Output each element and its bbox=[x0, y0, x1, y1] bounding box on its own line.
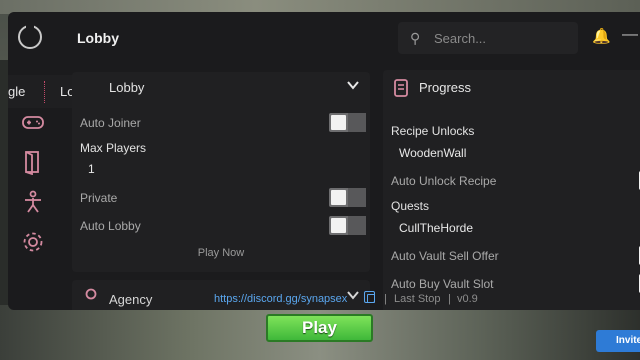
recipe-unlocks-dropdown[interactable]: WoodenWall bbox=[399, 146, 466, 160]
version-label: v0.9 bbox=[457, 293, 478, 305]
auto-joiner-toggle[interactable] bbox=[329, 113, 366, 132]
footer-separator: | bbox=[384, 293, 387, 305]
chevron-down-icon[interactable] bbox=[346, 78, 360, 95]
minimize-icon[interactable]: — bbox=[622, 26, 638, 46]
script-hub-window: Lobby ⚲ 🔔 — gle Lock Lobby Auto Joiner bbox=[8, 12, 640, 310]
door-icon[interactable] bbox=[20, 149, 46, 176]
recipe-unlocks-label: Recipe Unlocks bbox=[391, 124, 475, 138]
search-input[interactable] bbox=[434, 28, 569, 48]
auto-unlock-recipe-label: Auto Unlock Recipe bbox=[391, 174, 497, 188]
quests-dropdown[interactable]: CullTheHorde bbox=[399, 221, 473, 235]
private-label: Private bbox=[80, 191, 118, 205]
bell-icon[interactable]: 🔔 bbox=[592, 27, 611, 45]
place-name: Last Stop bbox=[394, 293, 441, 305]
discord-link[interactable]: https://discord.gg/synapsex bbox=[214, 293, 347, 305]
gamepad-icon[interactable] bbox=[20, 109, 46, 135]
section-title: Progress bbox=[419, 80, 472, 95]
search-icon: ⚲ bbox=[410, 30, 421, 46]
gear-icon[interactable] bbox=[20, 229, 46, 255]
toggle-button[interactable]: gle bbox=[8, 84, 25, 99]
game-play-button[interactable]: Play bbox=[266, 314, 373, 342]
progress-section: Progress Recipe Unlocks WoodenWall ↙ Aut… bbox=[383, 70, 640, 310]
section-title: Lobby bbox=[109, 80, 145, 95]
max-players-input[interactable]: 1 bbox=[80, 158, 365, 180]
auto-lobby-toggle[interactable] bbox=[329, 216, 366, 235]
auto-joiner-label: Auto Joiner bbox=[80, 116, 141, 130]
quests-label: Quests bbox=[391, 199, 430, 213]
play-now-button[interactable]: Play Now bbox=[72, 247, 370, 259]
window-title: Lobby bbox=[77, 30, 119, 46]
footer-separator: | bbox=[448, 293, 451, 305]
search-box[interactable]: ⚲ bbox=[398, 22, 578, 54]
logo-icon bbox=[18, 23, 42, 49]
auto-lobby-label: Auto Lobby bbox=[80, 219, 141, 233]
private-toggle[interactable] bbox=[329, 188, 366, 207]
lobby-section: Lobby Auto Joiner Max Players 1 Private … bbox=[72, 72, 370, 272]
window-topbar: Lobby ⚲ 🔔 — bbox=[8, 12, 640, 62]
footer: https://discord.gg/synapsex | Last Stop … bbox=[8, 288, 640, 310]
auto-vault-sell-label: Auto Vault Sell Offer bbox=[391, 249, 499, 263]
max-players-label: Max Players bbox=[80, 141, 147, 155]
game-invite-button[interactable]: Invite bbox=[596, 330, 640, 352]
copy-icon[interactable] bbox=[364, 291, 375, 303]
divider bbox=[44, 81, 45, 103]
scroll-icon bbox=[391, 78, 411, 103]
figure-icon[interactable] bbox=[20, 189, 46, 215]
